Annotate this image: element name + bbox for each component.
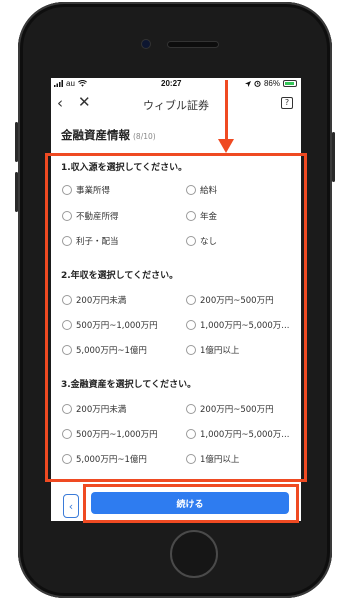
radio-button[interactable]	[62, 320, 72, 330]
radio-option[interactable]: 利子・配当	[62, 235, 119, 247]
option-label: 1,000万円~5,000万...	[200, 430, 290, 440]
question-financial-assets: 3.金融資産を選択してください。	[61, 380, 197, 390]
carrier-label: au	[66, 79, 75, 88]
home-button[interactable]	[170, 530, 218, 578]
option-label: 200万円未満	[76, 405, 127, 415]
radio-button[interactable]	[186, 185, 196, 195]
radio-button[interactable]	[186, 295, 196, 305]
app-screen: au 20:27 86% ‹ ✕ ウィブル証券 ? 金融資産情報 (8/10) 1…	[51, 78, 301, 521]
question-income-source: 1.収入源を選択してください。	[61, 163, 188, 173]
radio-button[interactable]	[186, 320, 196, 330]
option-label: 年金	[200, 212, 218, 222]
option-label: 200万円~500万円	[200, 296, 274, 306]
radio-button[interactable]	[62, 429, 72, 439]
radio-button[interactable]	[186, 404, 196, 414]
battery-percent: 86%	[263, 79, 280, 88]
radio-option[interactable]: なし	[186, 235, 217, 247]
page-title: 金融資産情報	[61, 128, 130, 142]
annotation-arrow-icon	[218, 139, 234, 153]
radio-option[interactable]: 1億円以上	[186, 453, 239, 465]
option-label: 1,000万円~5,000万...	[200, 321, 290, 331]
radio-button[interactable]	[62, 295, 72, 305]
volume-up-button	[15, 122, 18, 162]
radio-option[interactable]: 不動産所得	[62, 210, 119, 222]
location-icon	[244, 80, 251, 87]
option-label: 不動産所得	[76, 212, 119, 222]
radio-button[interactable]	[62, 345, 72, 355]
radio-button[interactable]	[186, 454, 196, 464]
radio-option[interactable]: 1,000万円~5,000万...	[186, 319, 289, 331]
previous-step-button[interactable]: ‹	[63, 494, 79, 518]
radio-option[interactable]: 給料	[186, 184, 217, 196]
status-bar: au 20:27 86%	[51, 78, 301, 90]
alarm-icon	[254, 80, 261, 87]
option-label: 給料	[200, 186, 218, 196]
power-button	[332, 132, 335, 182]
radio-option[interactable]: 5,000万円~1億円	[62, 453, 147, 465]
battery-icon	[283, 80, 297, 87]
radio-button[interactable]	[186, 345, 196, 355]
continue-button[interactable]: 続ける	[91, 492, 289, 514]
radio-button[interactable]	[62, 454, 72, 464]
radio-option[interactable]: 事業所得	[62, 184, 110, 196]
radio-option[interactable]: 500万円~1,000万円	[62, 319, 158, 331]
radio-option[interactable]: 1,000万円~5,000万...	[186, 428, 289, 440]
option-label: 5,000万円~1億円	[76, 455, 147, 465]
question-annual-income: 2.年収を選択してください。	[61, 271, 179, 281]
radio-button[interactable]	[186, 236, 196, 246]
step-indicator: (8/10)	[133, 132, 156, 141]
radio-option[interactable]: 1億円以上	[186, 344, 239, 356]
radio-option[interactable]: 200万円未満	[62, 403, 126, 415]
radio-option[interactable]: 200万円~500万円	[186, 403, 274, 415]
option-label: なし	[200, 237, 218, 247]
radio-button[interactable]	[186, 429, 196, 439]
help-icon[interactable]: ?	[281, 97, 293, 109]
nav-title: ウィブル証券	[143, 99, 209, 112]
option-label: 200万円~500万円	[200, 405, 274, 415]
annotation-arrow-shaft	[225, 80, 228, 142]
option-label: 500万円~1,000万円	[76, 321, 158, 331]
radio-button[interactable]	[62, 236, 72, 246]
radio-option[interactable]: 5,000万円~1億円	[62, 344, 147, 356]
option-label: 1億円以上	[200, 455, 240, 465]
option-label: 事業所得	[76, 186, 111, 196]
option-label: 利子・配当	[76, 237, 119, 247]
radio-option[interactable]: 200万円未満	[62, 294, 126, 306]
option-label: 5,000万円~1億円	[76, 346, 147, 356]
option-label: 200万円未満	[76, 296, 127, 306]
radio-button[interactable]	[62, 404, 72, 414]
radio-option[interactable]: 200万円~500万円	[186, 294, 274, 306]
front-camera	[142, 40, 150, 48]
radio-button[interactable]	[62, 185, 72, 195]
option-label: 500万円~1,000万円	[76, 430, 158, 440]
page-heading: 金融資産情報 (8/10)	[61, 124, 156, 143]
radio-option[interactable]: 年金	[186, 210, 217, 222]
signal-icon	[54, 80, 63, 87]
wifi-icon	[77, 80, 87, 87]
radio-option[interactable]: 500万円~1,000万円	[62, 428, 158, 440]
status-time: 20:27	[161, 79, 182, 88]
radio-button[interactable]	[62, 211, 72, 221]
radio-button[interactable]	[186, 211, 196, 221]
volume-down-button	[15, 172, 18, 212]
earpiece-speaker	[168, 42, 218, 47]
option-label: 1億円以上	[200, 346, 240, 356]
nav-bar: ‹ ✕ ウィブル証券 ?	[51, 92, 301, 116]
